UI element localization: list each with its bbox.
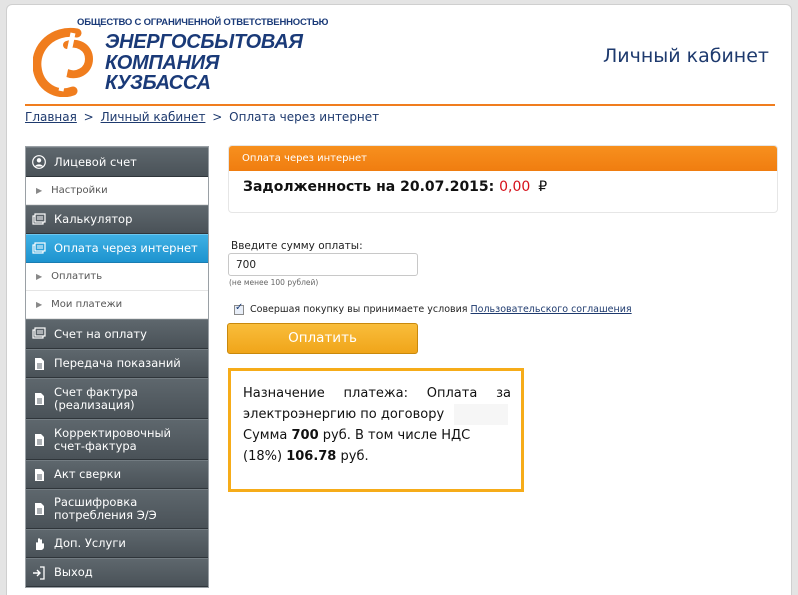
exit-icon [32,565,46,580]
sidebar-subitem-label: Мои платежи [51,299,123,310]
header-title: Личный кабинет [602,45,769,67]
logo-line-3: КУЗБАССА [105,72,211,94]
sidebar-item-label: Калькулятор [54,212,133,226]
hand-icon [32,537,46,551]
sidebar-item-tax-invoice[interactable]: Счет фактура (реализация) [26,378,208,419]
agreement-text: Совершая покупку вы принимаете условия [250,304,468,315]
arrow-right-icon: ▶ [36,186,43,195]
sidebar-subitem-label: Оплатить [51,271,103,282]
sidebar-item-account[interactable]: Лицевой счет [26,147,208,177]
sidebar-item-label: Акт сверки [54,467,122,481]
sidebar-subitem-my-payments[interactable]: ▶ Мои платежи [26,291,208,319]
sum-hint: (не менее 100 рублей) [229,278,319,287]
logo-small-text: ОБЩЕСТВО С ОГРАНИЧЕННОЙ ОТВЕТСТВЕННОСТЬЮ [77,17,329,28]
user-agreement-link[interactable]: Пользовательского соглашения [471,304,632,315]
sidebar-item-label: Счет на оплату [54,326,147,341]
sidebar-item-calculator[interactable]: Калькулятор [26,205,208,234]
sidebar-item-label: Передача показаний [54,356,181,370]
sidebar-item-online-payment[interactable]: Оплата через интернет [26,234,208,263]
sidebar-item-label: Выход [54,565,93,579]
sidebar-subitem-settings[interactable]: ▶ Настройки [26,177,208,205]
breadcrumb: Главная > Личный кабинет > Оплата через … [25,110,379,124]
breadcrumb-separator: > [83,110,94,124]
arrow-right-icon: ▶ [36,300,43,309]
sidebar-item-label: Лицевой счет [54,154,137,169]
header-divider [25,104,775,106]
document-icon [32,502,46,516]
purpose-line-4: (18%) 106.78 руб. [243,446,511,467]
breadcrumb-separator: > [212,110,223,124]
debt-label: Задолженность на 20.07.2015: [243,179,495,195]
invoice-icon [32,327,46,341]
purpose-word: Назначение [243,386,325,401]
purpose-text: руб. [340,449,369,464]
purpose-text: (18%) [243,449,283,464]
sidebar-item-extra-services[interactable]: Доп. Услуги [26,529,208,558]
sidebar-item-label: Корректировочный счет-фактура [54,425,172,453]
sidebar-item-label: Доп. Услуги [54,536,126,550]
contract-number-placeholder [454,404,509,425]
breadcrumb-account-link[interactable]: Личный кабинет [101,110,206,124]
agreement-checkbox[interactable] [234,302,244,315]
currency-symbol: ₽ [538,179,548,195]
sidebar-subitem-label: Настройки [51,185,108,196]
document-icon [32,468,46,482]
sidebar-item-label: Расшифровка потребления Э/Э [54,495,157,522]
payment-purpose-box: Назначение платежа: Оплата за электроэне… [228,368,524,492]
purpose-sum-amount: 700 [291,428,319,443]
document-icon [32,433,46,447]
card-icon [32,241,46,256]
breadcrumb-home-link[interactable]: Главная [25,110,77,124]
purpose-word: за [496,386,511,401]
purpose-line-1: Назначение платежа: Оплата за [243,383,511,404]
sidebar-item-meter-readings[interactable]: Передача показаний [26,349,208,378]
purpose-text: руб. В том числе НДС [322,428,471,443]
sum-input[interactable] [228,253,418,276]
purpose-text: электроэнергию по договору [243,407,445,422]
sidebar-item-invoice[interactable]: Счет на оплату [26,319,208,349]
debt-panel-title: Оплата через интернет [229,146,777,171]
sidebar-item-correction-invoice[interactable]: Корректировочный счет-фактура [26,419,208,460]
logo-line-1: ЭНЕРГОСБЫТОВАЯ [105,31,303,53]
debt-line: Задолженность на 20.07.2015: 0,00 ₽ [243,179,547,195]
pay-button[interactable]: Оплатить [227,323,418,354]
sidebar-menu: Лицевой счет ▶ Настройки Калькулятор Опл… [25,146,209,588]
document-icon [32,357,46,371]
company-logo[interactable]: ОБЩЕСТВО С ОГРАНИЧЕННОЙ ОТВЕТСТВЕННОСТЬЮ… [33,15,328,101]
debt-panel: Оплата через интернет Задолженность на 2… [228,145,778,213]
breadcrumb-current: Оплата через интернет [229,110,380,124]
page: ОБЩЕСТВО С ОГРАНИЧЕННОЙ ОТВЕТСТВЕННОСТЬЮ… [6,4,792,595]
sidebar-subitem-pay[interactable]: ▶ Оплатить [26,263,208,291]
sidebar-item-reconciliation[interactable]: Акт сверки [26,460,208,489]
purpose-line-3: Сумма 700 руб. В том числе НДС [243,425,511,446]
purpose-line-2: электроэнергию по договору [243,404,511,425]
document-icon [32,392,46,406]
sidebar-item-label: Оплата через интернет [54,241,198,255]
agreement-row: Совершая покупку вы принимаете условия П… [234,302,632,315]
sidebar-item-consumption-breakdown[interactable]: Расшифровка потребления Э/Э [26,489,208,529]
sidebar-item-logout[interactable]: Выход [26,558,208,587]
arrow-right-icon: ▶ [36,272,43,281]
logo-line-2: КОМПАНИЯ [105,52,220,74]
logo-mark-icon [33,27,94,97]
calculator-icon [32,212,46,227]
sum-label: Введите сумму оплаты: [231,240,363,252]
sidebar-item-label: Счет фактура (реализация) [54,384,138,412]
purpose-text: Сумма [243,428,288,443]
purpose-word: Оплата [426,386,478,401]
purpose-vat-amount: 106.78 [286,449,337,464]
debt-amount: 0,00 [499,179,531,195]
purpose-word: платежа: [343,386,408,401]
user-icon [32,155,46,169]
